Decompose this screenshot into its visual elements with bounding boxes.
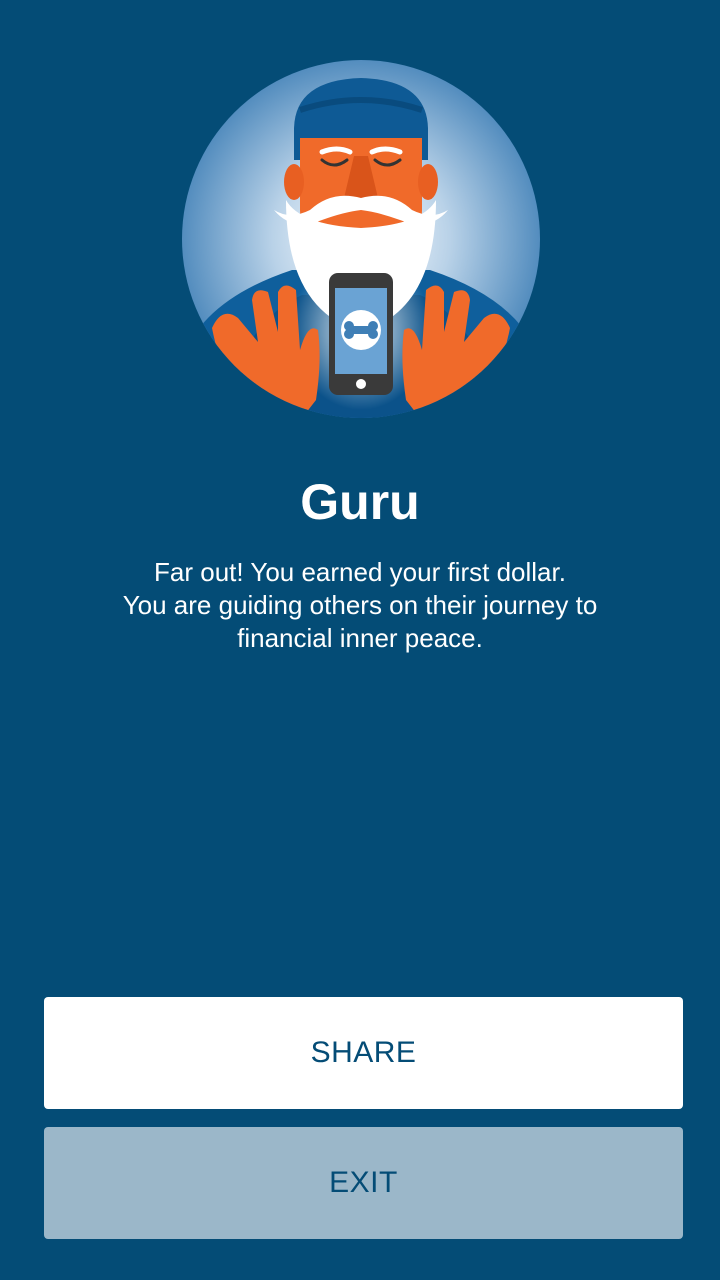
description-line: financial inner peace. [237, 623, 483, 653]
achievement-screen: Guru Far out! You earned your first doll… [0, 0, 720, 1280]
description-line: Far out! You earned your first dollar. [154, 557, 566, 587]
achievement-description: Far out! You earned your first dollar. Y… [60, 556, 660, 655]
exit-button-label: EXIT [329, 1166, 398, 1199]
share-button[interactable]: SHARE [44, 997, 683, 1109]
share-button-label: SHARE [310, 1036, 417, 1069]
description-line: You are guiding others on their journey … [122, 590, 598, 620]
achievement-title: Guru [300, 474, 420, 530]
guru-with-phone-icon [182, 60, 540, 418]
exit-button[interactable]: EXIT [44, 1127, 683, 1239]
